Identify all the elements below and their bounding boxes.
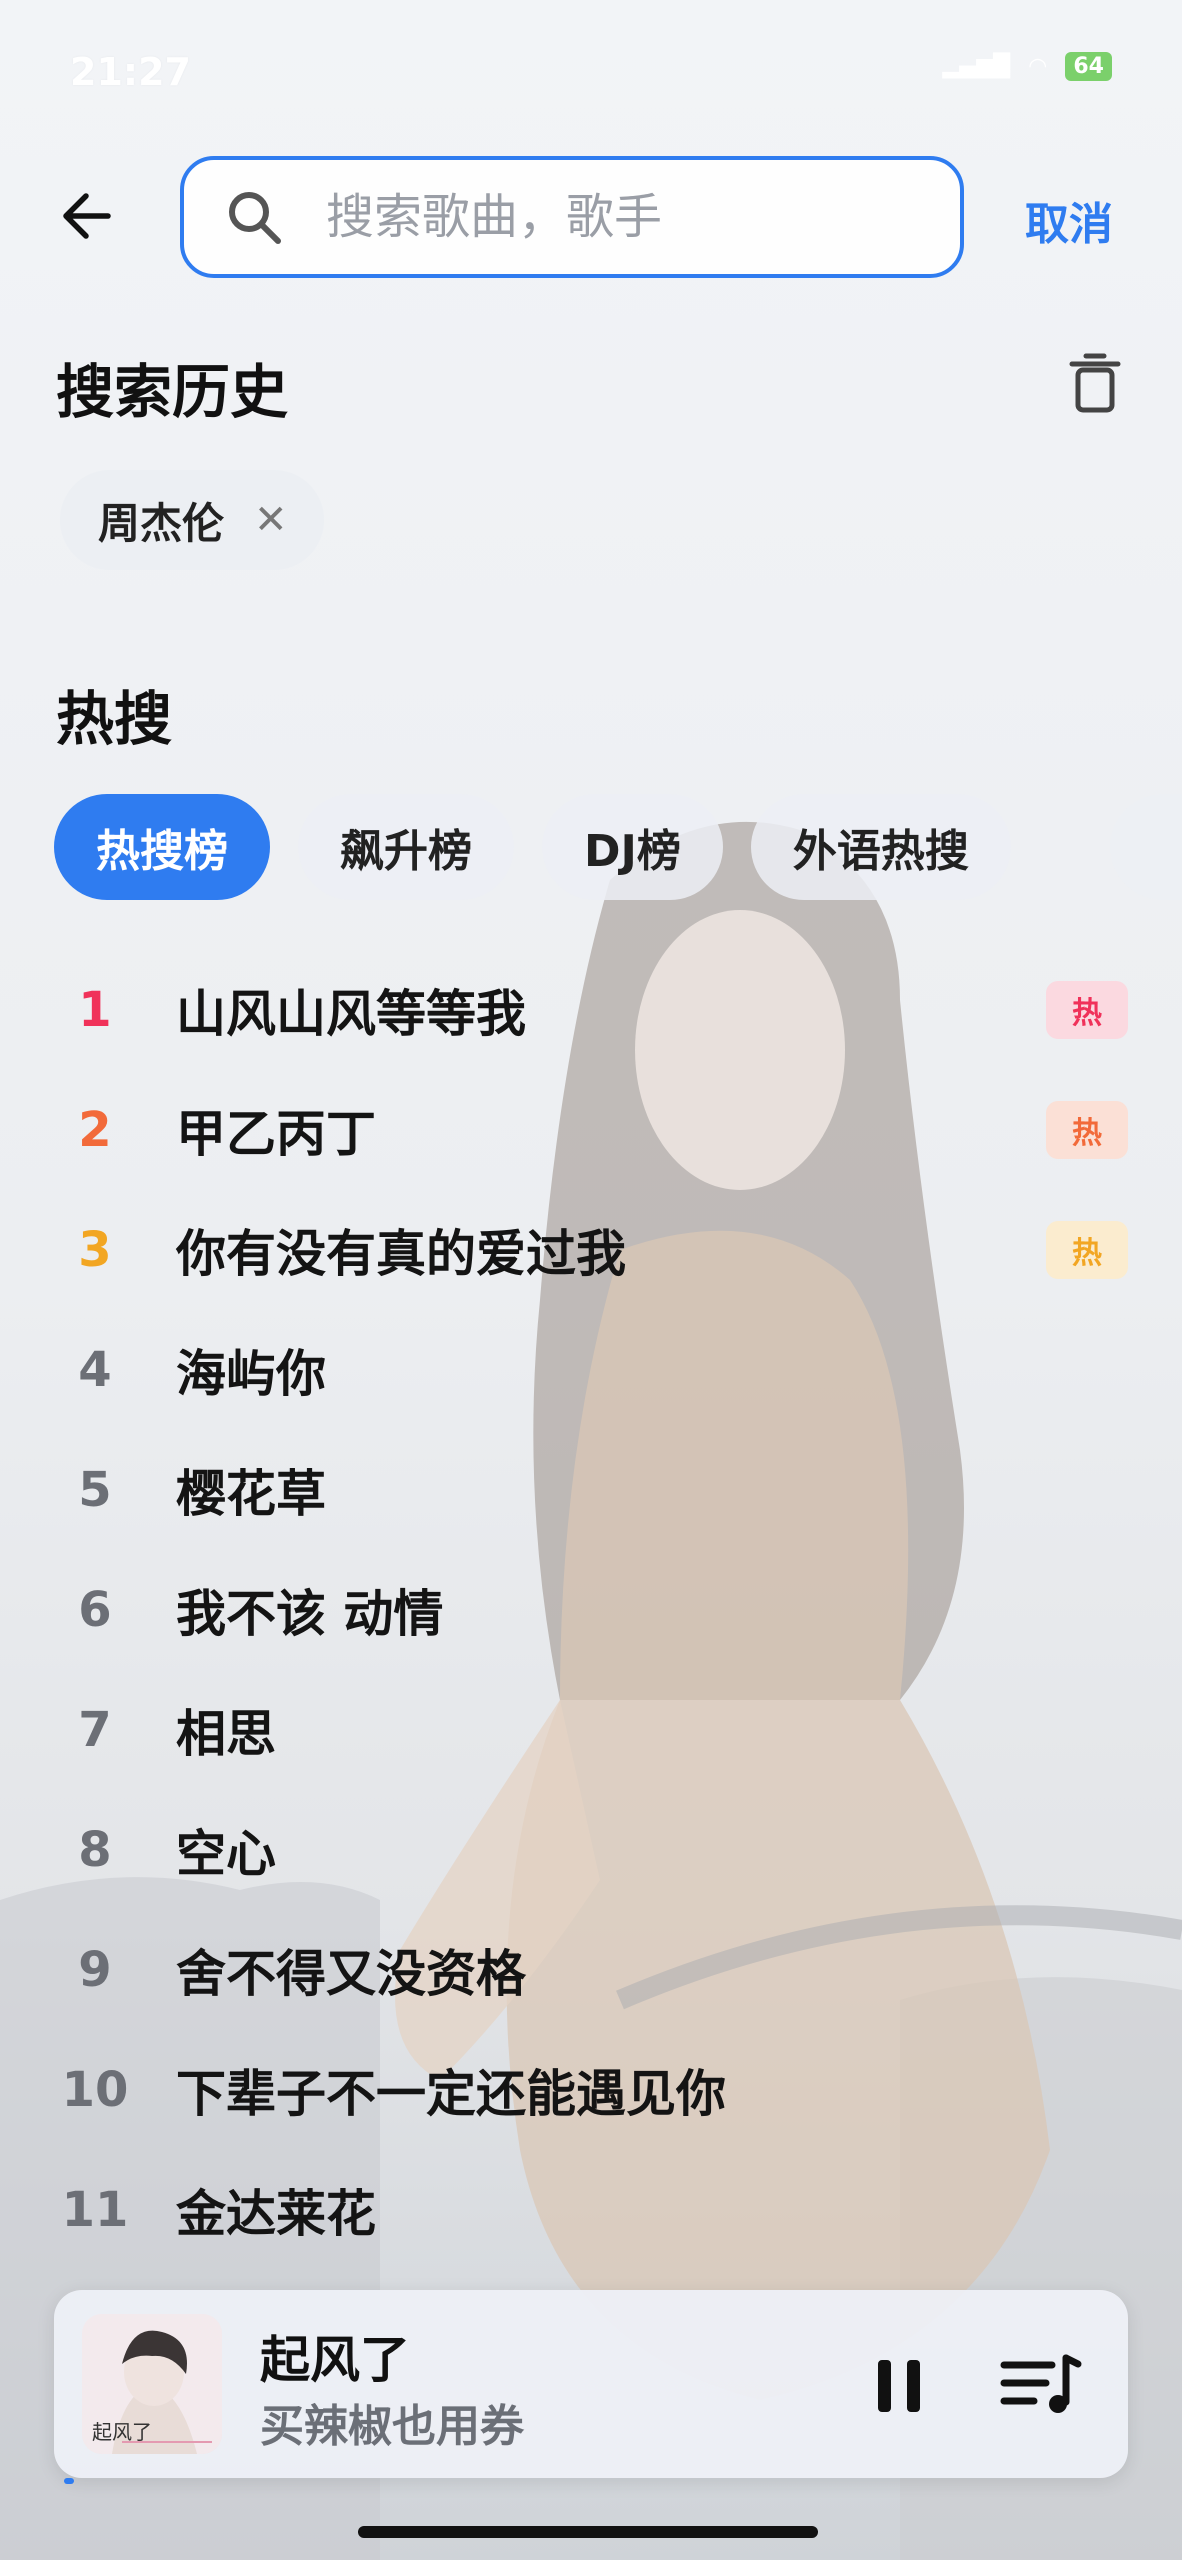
song-title: 我不该 动情 — [176, 1585, 444, 1643]
rank-number: 11 — [61, 2182, 129, 2238]
hot-list-item[interactable]: 3 你有没有真的爱过我 热 — [0, 1190, 1182, 1310]
hot-badge: 热 — [1046, 1221, 1128, 1279]
search-input[interactable] — [324, 188, 888, 246]
trash-icon[interactable] — [1066, 352, 1124, 414]
rank-number: 4 — [78, 1342, 112, 1398]
player-progress — [64, 2478, 74, 2484]
hot-badge: 热 — [1046, 1101, 1128, 1159]
pause-icon — [878, 2360, 920, 2412]
song-title: 金达莱花 — [176, 2185, 376, 2243]
rank-number: 3 — [78, 1222, 112, 1278]
rank-number: 6 — [78, 1582, 112, 1638]
player-subtitle: 买辣椒也用券 — [260, 2401, 524, 2452]
battery-icon: 64 — [1065, 52, 1112, 81]
rank-number: 8 — [78, 1822, 112, 1878]
rank-number: 10 — [61, 2062, 129, 2118]
song-title: 相思 — [176, 1705, 276, 1763]
hot-list-item[interactable]: 11 金达莱花 — [0, 2150, 1182, 2270]
wifi-icon: ◠ — [1028, 54, 1048, 79]
hot-list-item[interactable]: 7 相思 — [0, 1670, 1182, 1790]
history-chip[interactable]: 周杰伦 ✕ — [60, 470, 324, 570]
status-icons: ▂▄▆█ ◠ 64 — [942, 52, 1112, 81]
song-title: 樱花草 — [176, 1465, 326, 1523]
hot-tabs: 热搜榜 飙升榜 DJ榜 外语热搜 — [54, 794, 1011, 900]
playlist-button[interactable] — [994, 2340, 1084, 2430]
rank-number: 1 — [78, 982, 112, 1038]
search-box[interactable] — [180, 156, 964, 278]
cover-title: 起风了 — [92, 2420, 152, 2444]
cancel-button[interactable]: 取消 — [1025, 188, 1113, 252]
song-title: 空心 — [176, 1825, 276, 1883]
rank-number: 7 — [78, 1702, 112, 1758]
history-chip-label: 周杰伦 — [98, 498, 225, 548]
rank-number: 5 — [78, 1462, 112, 1518]
hot-badge: 热 — [1046, 981, 1128, 1039]
hot-list-item[interactable]: 10 下辈子不一定还能遇见你 — [0, 2030, 1182, 2150]
tab-rising[interactable]: 飙升榜 — [298, 794, 514, 900]
hot-list-item[interactable]: 5 樱花草 — [0, 1430, 1182, 1550]
hot-list-item[interactable]: 4 海屿你 — [0, 1310, 1182, 1430]
song-title: 你有没有真的爱过我 — [176, 1225, 626, 1283]
playlist-icon — [1000, 2354, 1082, 2413]
tab-overflow[interactable] — [1110, 794, 1182, 900]
song-title: 海屿你 — [176, 1345, 326, 1403]
hot-list-item[interactable]: 2 甲乙丙丁 热 — [0, 1070, 1182, 1190]
signal-icon: ▂▄▆█ — [942, 54, 1011, 79]
hot-search-title: 热搜 — [56, 685, 173, 753]
album-cover[interactable]: 起风了 — [82, 2314, 222, 2454]
app-screen: 21:27 ▂▄▆█ ◠ 64 取消 搜索历史 周杰伦 ✕ 热搜 热搜榜 飙升榜… — [0, 0, 1182, 2560]
hot-list-item[interactable]: 9 舍不得又没资格 — [0, 1910, 1182, 2030]
pause-button[interactable] — [854, 2340, 944, 2430]
hot-list-item[interactable]: 1 山风山风等等我 热 — [0, 950, 1182, 1070]
close-icon[interactable]: ✕ — [254, 500, 288, 540]
back-button[interactable] — [48, 180, 120, 252]
hot-list-item[interactable]: 8 空心 — [0, 1790, 1182, 1910]
player-song-title: 起风了 — [260, 2331, 410, 2389]
home-indicator[interactable] — [358, 2526, 818, 2538]
status-time: 21:27 — [70, 50, 191, 94]
song-title: 下辈子不一定还能遇见你 — [176, 2065, 726, 2123]
arrow-left-icon — [63, 193, 111, 239]
song-title: 山风山风等等我 — [176, 985, 526, 1043]
tab-dj[interactable]: DJ榜 — [542, 794, 723, 900]
rank-number: 9 — [78, 1942, 112, 1998]
hot-list-item[interactable]: 6 我不该 动情 — [0, 1550, 1182, 1670]
history-title: 搜索历史 — [56, 358, 289, 426]
tab-hot-search[interactable]: 热搜榜 — [54, 794, 270, 900]
cover-art: 起风了 — [82, 2314, 222, 2454]
search-icon — [229, 192, 281, 244]
rank-number: 2 — [78, 1102, 112, 1158]
song-title: 甲乙丙丁 — [176, 1105, 376, 1163]
mini-player[interactable]: 起风了 起风了 买辣椒也用券 — [54, 2290, 1128, 2484]
song-title: 舍不得又没资格 — [176, 1945, 526, 2003]
tab-foreign[interactable]: 外语热搜 — [750, 794, 1011, 900]
